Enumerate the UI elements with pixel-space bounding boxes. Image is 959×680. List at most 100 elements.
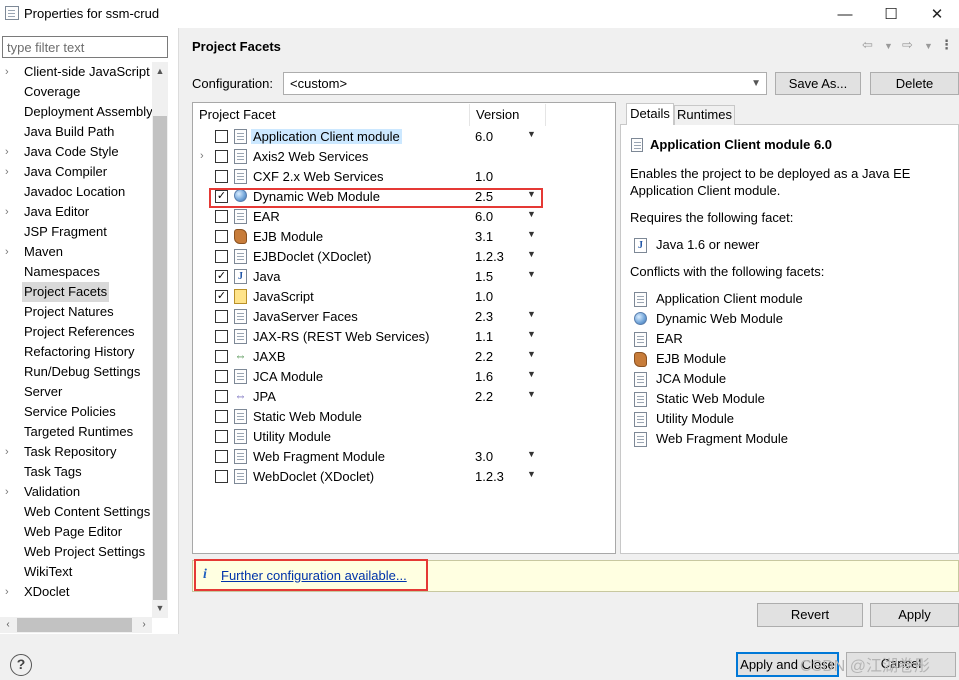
facet-checkbox[interactable] bbox=[215, 390, 228, 403]
facet-row[interactable]: Static Web Module bbox=[193, 407, 615, 427]
facet-row[interactable]: ⇔ JAXB 2.2 ▼ bbox=[193, 347, 615, 367]
chevron-right-icon[interactable]: › bbox=[5, 142, 15, 162]
facet-row[interactable]: Application Client module 6.0 ▼ bbox=[193, 127, 615, 147]
facet-version[interactable]: 1.1 bbox=[475, 329, 493, 344]
chevron-right-icon[interactable]: › bbox=[5, 582, 15, 602]
nav-item[interactable]: Task Tags bbox=[0, 462, 152, 482]
facet-row[interactable]: Utility Module bbox=[193, 427, 615, 447]
facet-row[interactable]: JCA Module 1.6 ▼ bbox=[193, 367, 615, 387]
version-dropdown-icon[interactable]: ▼ bbox=[527, 389, 536, 399]
filter-input[interactable] bbox=[2, 36, 168, 58]
facet-row[interactable]: ⇔ JPA 2.2 ▼ bbox=[193, 387, 615, 407]
facet-row[interactable]: EJBDoclet (XDoclet) 1.2.3 ▼ bbox=[193, 247, 615, 267]
version-dropdown-icon[interactable]: ▼ bbox=[527, 369, 536, 379]
nav-item[interactable]: › Java Code Style bbox=[0, 142, 152, 162]
chevron-right-icon[interactable]: › bbox=[5, 442, 15, 462]
scroll-left-arrow-icon[interactable]: ‹ bbox=[0, 617, 16, 633]
nav-item[interactable]: Coverage bbox=[0, 82, 152, 102]
nav-item[interactable]: › XDoclet bbox=[0, 582, 152, 602]
nav-item[interactable]: › Validation bbox=[0, 482, 152, 502]
facet-row[interactable]: EJB Module 3.1 ▼ bbox=[193, 227, 615, 247]
version-dropdown-icon[interactable]: ▼ bbox=[527, 329, 536, 339]
nav-item[interactable]: › Maven bbox=[0, 242, 152, 262]
facet-version[interactable]: 3.1 bbox=[475, 229, 493, 244]
nav-item[interactable]: Web Content Settings bbox=[0, 502, 152, 522]
scroll-right-arrow-icon[interactable]: › bbox=[136, 617, 152, 633]
view-menu-icon[interactable]: ⋮ bbox=[940, 37, 953, 53]
nav-item[interactable]: › Java Compiler bbox=[0, 162, 152, 182]
chevron-right-icon[interactable]: › bbox=[5, 482, 15, 502]
revert-button[interactable]: Revert bbox=[757, 603, 863, 627]
facet-checkbox[interactable] bbox=[215, 210, 228, 223]
facet-checkbox[interactable] bbox=[215, 170, 228, 183]
facet-checkbox[interactable] bbox=[215, 250, 228, 263]
tab-runtimes[interactable]: Runtimes bbox=[674, 105, 735, 125]
facet-row[interactable]: JAX-RS (REST Web Services) 1.1 ▼ bbox=[193, 327, 615, 347]
nav-item[interactable]: Targeted Runtimes bbox=[0, 422, 152, 442]
facet-checkbox[interactable] bbox=[215, 130, 228, 143]
nav-item[interactable]: Project Natures bbox=[0, 302, 152, 322]
version-dropdown-icon[interactable]: ▼ bbox=[527, 209, 536, 219]
version-dropdown-icon[interactable]: ▼ bbox=[527, 229, 536, 239]
nav-item[interactable]: WikiText bbox=[0, 562, 152, 582]
help-icon[interactable]: ? bbox=[10, 654, 32, 676]
nav-hscroll-thumb[interactable] bbox=[17, 618, 132, 632]
facet-row[interactable]: ✓ J Java 1.5 ▼ bbox=[193, 267, 615, 287]
facet-checkbox[interactable] bbox=[215, 310, 228, 323]
facet-version[interactable]: 6.0 bbox=[475, 129, 493, 144]
save-as-button[interactable]: Save As... bbox=[775, 72, 861, 95]
facet-checkbox[interactable] bbox=[215, 350, 228, 363]
delete-button[interactable]: Delete bbox=[870, 72, 959, 95]
nav-item[interactable]: › Client-side JavaScript bbox=[0, 62, 152, 82]
facet-checkbox[interactable] bbox=[215, 450, 228, 463]
tab-details[interactable]: Details bbox=[626, 103, 674, 125]
nav-item[interactable]: › Task Repository bbox=[0, 442, 152, 462]
facet-checkbox[interactable] bbox=[215, 430, 228, 443]
back-arrow-icon[interactable]: ⇦ bbox=[862, 37, 873, 53]
nav-item[interactable]: › Java Editor bbox=[0, 202, 152, 222]
facet-version[interactable]: 1.2.3 bbox=[475, 469, 504, 484]
facet-version[interactable]: 1.2.3 bbox=[475, 249, 504, 264]
version-dropdown-icon[interactable]: ▼ bbox=[527, 309, 536, 319]
nav-item[interactable]: Server bbox=[0, 382, 152, 402]
forward-menu-chevron-icon[interactable]: ▼ bbox=[924, 41, 933, 51]
version-dropdown-icon[interactable]: ▼ bbox=[527, 349, 536, 359]
facet-checkbox[interactable] bbox=[215, 150, 228, 163]
facet-checkbox[interactable] bbox=[215, 370, 228, 383]
facet-row[interactable]: › Axis2 Web Services bbox=[193, 147, 615, 167]
chevron-right-icon[interactable]: › bbox=[5, 162, 15, 182]
nav-item[interactable]: Java Build Path bbox=[0, 122, 152, 142]
facet-version[interactable]: 2.3 bbox=[475, 309, 493, 324]
nav-item[interactable]: Javadoc Location bbox=[0, 182, 152, 202]
nav-item[interactable]: Deployment Assembly bbox=[0, 102, 152, 122]
facet-checkbox[interactable] bbox=[215, 330, 228, 343]
version-dropdown-icon[interactable]: ▼ bbox=[527, 269, 536, 279]
nav-item[interactable]: Project Facets bbox=[0, 282, 152, 302]
version-dropdown-icon[interactable]: ▼ bbox=[527, 449, 536, 459]
back-menu-chevron-icon[interactable]: ▼ bbox=[884, 41, 893, 51]
nav-scroll-thumb[interactable] bbox=[153, 116, 167, 600]
facet-row[interactable]: ✓ JavaScript 1.0 bbox=[193, 287, 615, 307]
nav-item[interactable]: JSP Fragment bbox=[0, 222, 152, 242]
minimize-button[interactable]: — bbox=[822, 0, 868, 28]
facet-checkbox[interactable]: ✓ bbox=[215, 290, 228, 303]
nav-item[interactable]: Service Policies bbox=[0, 402, 152, 422]
chevron-right-icon[interactable]: › bbox=[200, 150, 204, 162]
column-header-facet[interactable]: Project Facet bbox=[199, 107, 276, 122]
version-dropdown-icon[interactable]: ▼ bbox=[527, 469, 536, 479]
nav-item[interactable]: Project References bbox=[0, 322, 152, 342]
version-dropdown-icon[interactable]: ▼ bbox=[527, 129, 536, 139]
facet-checkbox[interactable] bbox=[215, 470, 228, 483]
facet-version[interactable]: 2.2 bbox=[475, 389, 493, 404]
nav-item[interactable]: Namespaces bbox=[0, 262, 152, 282]
scroll-down-arrow-icon[interactable]: ▼ bbox=[152, 599, 168, 617]
facet-version[interactable]: 1.6 bbox=[475, 369, 493, 384]
facet-row[interactable]: JavaServer Faces 2.3 ▼ bbox=[193, 307, 615, 327]
nav-item[interactable]: Refactoring History bbox=[0, 342, 152, 362]
apply-button[interactable]: Apply bbox=[870, 603, 959, 627]
scroll-up-arrow-icon[interactable]: ▲ bbox=[152, 62, 168, 80]
facet-version[interactable]: 1.5 bbox=[475, 269, 493, 284]
maximize-button[interactable]: ☐ bbox=[868, 0, 914, 28]
facet-row[interactable]: Web Fragment Module 3.0 ▼ bbox=[193, 447, 615, 467]
chevron-right-icon[interactable]: › bbox=[5, 202, 15, 222]
